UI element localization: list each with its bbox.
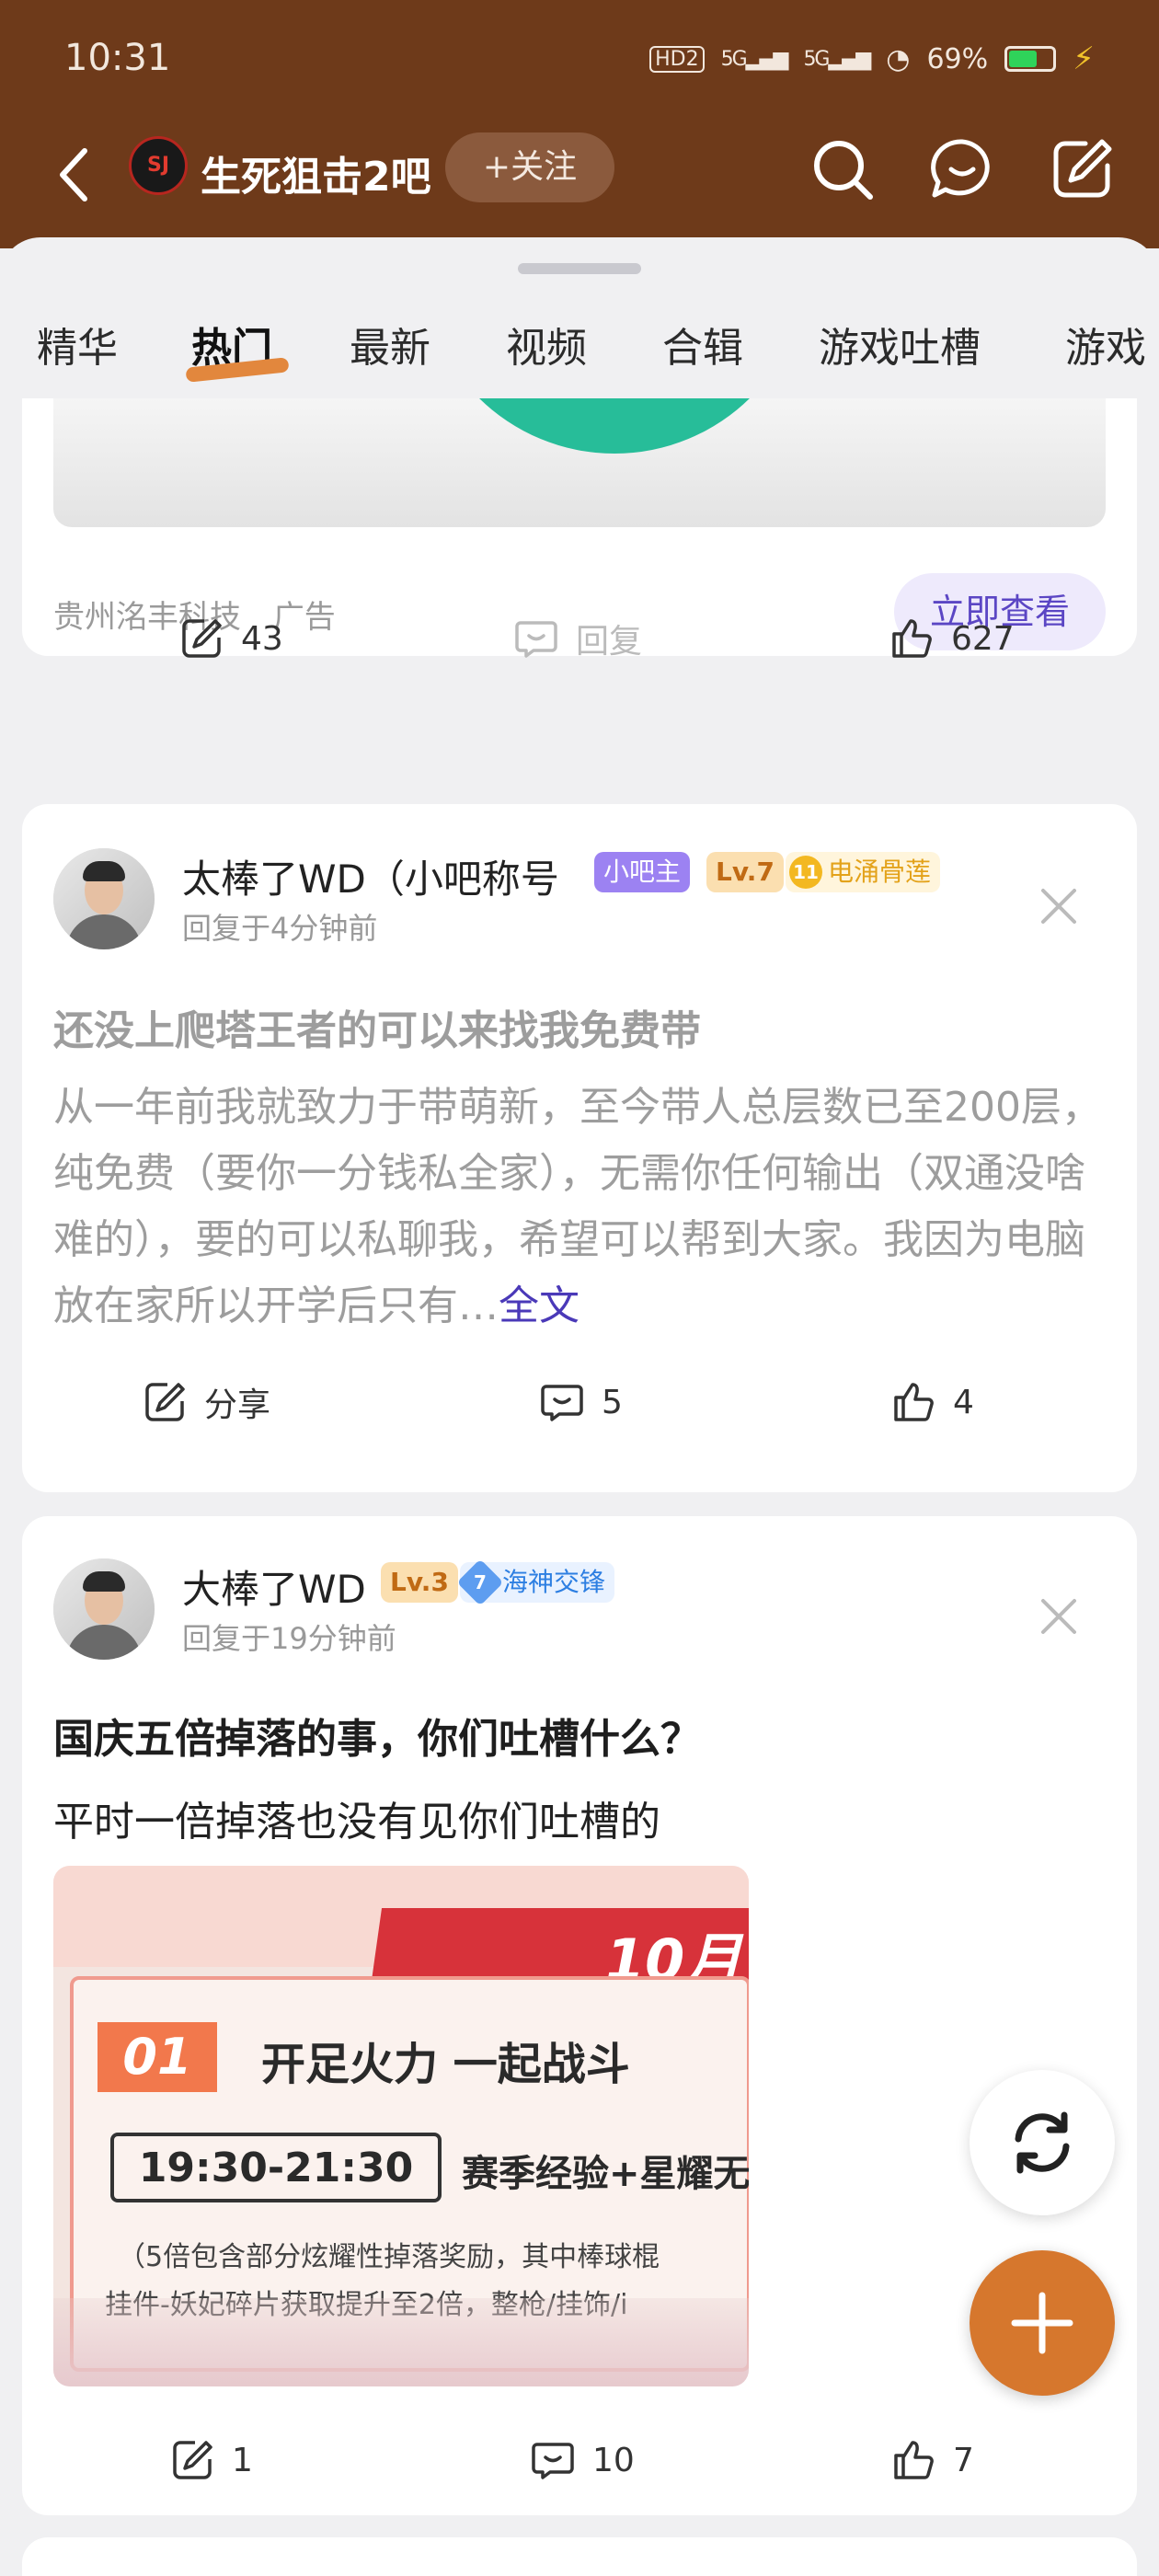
status-bar: 10:31 HD2 5G▂▄▆ 5G▂▄▆ ◔ 69% ⚡ <box>0 0 1159 120</box>
image-number: 01 <box>98 2022 217 2092</box>
read-more-link[interactable]: 全文 <box>499 1282 580 1329</box>
ad-reply-button[interactable]: 回复 <box>513 602 642 675</box>
share-button[interactable]: 1 <box>169 2423 253 2497</box>
post-title[interactable]: 国庆五倍掉落的事，你们吐槽什么？ <box>53 1706 701 1765</box>
charging-icon: ⚡ <box>1073 40 1095 77</box>
comment-count: 10 <box>592 2441 635 2479</box>
tab-video[interactable]: 视频 <box>506 315 587 374</box>
content-sheet: 精华 热门 最新 视频 合辑 游戏吐槽 游戏 贵州洺丰科技 广告 立即查看 43 <box>0 237 1159 2576</box>
level-badge: Lv.3 <box>381 1562 458 1603</box>
signal-icon-1: 5G▂▄▆ <box>720 47 789 71</box>
comment-button[interactable]: 10 <box>530 2423 635 2497</box>
post-card[interactable] <box>22 2537 1137 2576</box>
share-icon <box>145 1383 185 1421</box>
status-icons: HD2 5G▂▄▆ 5G▂▄▆ ◔ 69% ⚡ <box>649 40 1095 77</box>
share-icon <box>173 2441 212 2479</box>
thumbs-up-icon <box>894 2441 934 2479</box>
back-arrow-icon[interactable] <box>48 138 103 212</box>
tab-game-more[interactable]: 游戏 <box>1065 315 1146 374</box>
image-heading: 开足火力 一起战斗 <box>261 2039 630 2090</box>
ad-like-button[interactable]: 627 <box>889 602 1015 675</box>
like-button[interactable]: 7 <box>890 2423 974 2497</box>
owner-badge: 小吧主 <box>594 852 691 892</box>
post-title[interactable]: 还没上爬塔王者的可以来找我免费带 <box>53 997 701 1056</box>
header-nav: SJ 生死狙击2吧 +关注 <box>0 120 1159 230</box>
new-post-button[interactable] <box>970 2250 1115 2396</box>
top-bar: 10:31 HD2 5G▂▄▆ 5G▂▄▆ ◔ 69% ⚡ SJ 生死狙击2吧 … <box>0 0 1159 248</box>
image-reward: 赛季经验+星耀无限 <box>462 2153 749 2195</box>
thumbs-up-icon <box>894 1383 934 1421</box>
follow-button[interactable]: +关注 <box>445 132 614 202</box>
drag-handle[interactable] <box>518 263 641 274</box>
title-badge: 7 海神交锋 <box>456 1558 615 1606</box>
like-count: 7 <box>953 2441 974 2479</box>
close-icon[interactable] <box>1036 883 1082 929</box>
ad-share-button[interactable]: 43 <box>178 602 283 675</box>
battery-percent: 69% <box>926 42 989 75</box>
forum-name[interactable]: 生死狙击2吧 <box>201 144 431 202</box>
post-actions: 1 10 7 <box>22 2423 1137 2497</box>
ad-actions: 43 回复 627 <box>22 602 1137 675</box>
wifi-icon: ◔ <box>886 42 911 75</box>
battery-icon <box>1004 46 1057 72</box>
comment-icon <box>541 1385 583 1421</box>
hd-network-icon: HD2 <box>649 45 705 73</box>
post-card[interactable]: 太棒了WD（小吧称号 小吧主 Lv.7 11 电涌骨莲 回复于4分钟前 还没上爬… <box>22 804 1137 1492</box>
post-card[interactable]: 大棒了WD Lv.3 7 海神交锋 回复于19分钟前 国庆五倍掉落的事，你们吐槽… <box>22 1516 1137 2515</box>
medal-icon: 11 <box>789 856 822 889</box>
status-time: 10:31 <box>64 37 171 79</box>
share-icon <box>182 619 222 658</box>
reply-time: 回复于19分钟前 <box>182 1621 396 1656</box>
author-name[interactable]: 太棒了WD（小吧称号 <box>182 848 559 904</box>
image-note: （5倍包含部分炫耀性掉落奖励，其中棒球棍 <box>118 2241 660 2273</box>
search-icon[interactable] <box>806 132 879 206</box>
ad-like-count: 627 <box>951 619 1015 658</box>
share-button[interactable]: 分享 <box>142 1365 270 1439</box>
comment-icon <box>532 2443 574 2479</box>
close-icon[interactable] <box>1036 1593 1082 1639</box>
post-image[interactable]: 10月 01 开足火力 一起战斗 19:30-21:30 赛季经验+星耀无限 （… <box>53 1866 749 2386</box>
ad-reply-label: 回复 <box>576 623 643 661</box>
image-time-range: 19:30-21:30 <box>110 2133 442 2202</box>
title-badge: 11 电涌骨莲 <box>786 852 941 892</box>
comment-count: 5 <box>602 1383 623 1421</box>
like-count: 4 <box>953 1383 974 1421</box>
comment-button[interactable]: 5 <box>539 1365 623 1439</box>
ad-share-count: 43 <box>241 619 283 658</box>
share-count: 1 <box>232 2441 253 2479</box>
avatar[interactable] <box>53 1558 155 1660</box>
plus-icon <box>1011 2292 1073 2354</box>
post-actions: 分享 5 4 <box>22 1365 1137 1439</box>
share-label: 分享 <box>204 1386 271 1424</box>
tab-collection[interactable]: 合辑 <box>662 315 743 374</box>
tab-bar: 精华 热门 最新 视频 合辑 游戏吐槽 游戏 <box>0 296 1159 397</box>
avatar[interactable] <box>53 848 155 949</box>
author-name[interactable]: 大棒了WD <box>182 1558 366 1615</box>
tab-featured[interactable]: 精华 <box>37 315 118 374</box>
comment-icon <box>515 621 557 658</box>
level-badge: Lv.7 <box>706 852 784 892</box>
thumbs-up-icon <box>892 619 932 658</box>
refresh-icon <box>1015 2111 1070 2174</box>
signal-icon-2: 5G▂▄▆ <box>803 47 871 71</box>
forum-logo[interactable]: SJ <box>129 136 188 195</box>
like-button[interactable]: 4 <box>890 1365 974 1439</box>
compose-icon[interactable] <box>1045 132 1119 206</box>
post-body[interactable]: 平时一倍掉落也没有见你们吐槽的 <box>53 1788 660 1847</box>
tab-latest[interactable]: 最新 <box>350 315 430 374</box>
reply-time: 回复于4分钟前 <box>182 911 378 946</box>
tab-game-complaints[interactable]: 游戏吐槽 <box>819 315 981 374</box>
refresh-button[interactable] <box>970 2070 1115 2215</box>
ad-image[interactable] <box>53 398 1106 527</box>
medal-icon: 7 <box>456 1558 504 1606</box>
message-icon[interactable] <box>925 132 999 206</box>
post-body[interactable]: 从一年前我就致力于带萌新，至今带人总层数已至200层，纯免费（要你一分钱私全家）… <box>53 1075 1111 1340</box>
ad-graphic <box>421 398 808 454</box>
